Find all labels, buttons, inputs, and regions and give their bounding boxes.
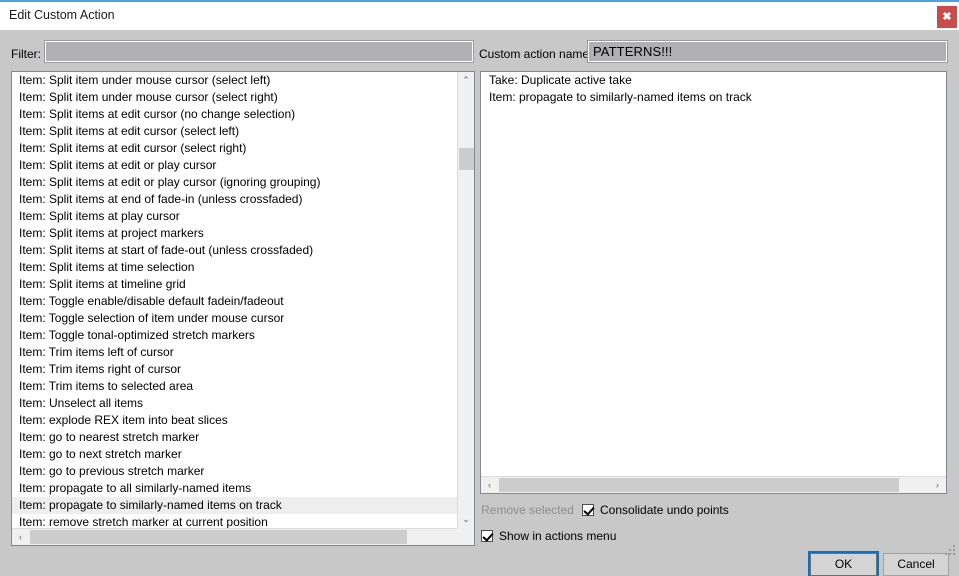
- action-list-item[interactable]: Item: go to next stretch marker: [12, 446, 458, 463]
- window-title: Edit Custom Action: [9, 8, 115, 22]
- horizontal-scrollbar-thumb[interactable]: [499, 478, 899, 492]
- action-list-item[interactable]: Item: Split items at time selection: [12, 259, 458, 276]
- remove-selected-button[interactable]: Remove selected: [480, 500, 575, 520]
- action-list-item[interactable]: Item: go to previous stretch marker: [12, 463, 458, 480]
- action-list-item[interactable]: Item: Trim items right of cursor: [12, 361, 458, 378]
- checkmark-icon: [582, 504, 594, 516]
- show-in-actions-menu-label: Show in actions menu: [499, 529, 617, 543]
- chevron-up-icon[interactable]: ⌃: [458, 72, 474, 89]
- custom-action-step-item[interactable]: Take: Duplicate active take: [481, 72, 946, 89]
- filter-input[interactable]: [44, 40, 474, 63]
- action-list-item[interactable]: Item: Split item under mouse cursor (sel…: [12, 72, 458, 89]
- action-list-item[interactable]: Item: Trim items to selected area: [12, 378, 458, 395]
- filter-label: Filter:: [11, 47, 41, 61]
- available-actions-horizontal-scrollbar[interactable]: ‹ ›: [12, 528, 474, 545]
- vertical-scrollbar-thumb[interactable]: [459, 148, 474, 170]
- custom-action-name-input[interactable]: [587, 40, 948, 63]
- available-actions-vertical-scrollbar[interactable]: ⌃ ⌄: [457, 72, 474, 528]
- action-list-item[interactable]: Item: Split items at end of fade-in (unl…: [12, 191, 458, 208]
- custom-action-steps-list: Take: Duplicate active take Item: propaga…: [480, 71, 947, 494]
- cancel-button[interactable]: Cancel: [883, 553, 949, 576]
- action-list-item[interactable]: Item: Split items at edit cursor (select…: [12, 140, 458, 157]
- chevron-left-icon[interactable]: ‹: [481, 477, 498, 493]
- action-list-item[interactable]: Item: propagate to all similarly-named i…: [12, 480, 458, 497]
- action-list-item[interactable]: Item: explode REX item into beat slices: [12, 412, 458, 429]
- chevron-down-icon[interactable]: ⌄: [458, 511, 474, 528]
- custom-action-steps-viewport[interactable]: Take: Duplicate active take Item: propaga…: [481, 72, 946, 475]
- action-list-item[interactable]: Item: Toggle enable/disable default fade…: [12, 293, 458, 310]
- horizontal-scrollbar-thumb[interactable]: [30, 530, 407, 544]
- action-list-item[interactable]: Item: Split items at play cursor: [12, 208, 458, 225]
- resize-grip-icon[interactable]: [945, 543, 957, 555]
- custom-action-steps-horizontal-scrollbar[interactable]: ‹ ›: [481, 476, 946, 493]
- dialog-body: Filter: Custom action name: Item: Split …: [0, 30, 959, 576]
- custom-action-step-item[interactable]: Item: propagate to similarly-named items…: [481, 89, 946, 106]
- show-in-actions-menu-checkbox[interactable]: Show in actions menu: [481, 529, 616, 543]
- action-list-item[interactable]: Item: propagate to similarly-named items…: [12, 497, 458, 514]
- available-actions-list: Item: Split item under mouse cursor (sel…: [11, 71, 475, 546]
- action-list-item[interactable]: Item: Split items at edit cursor (no cha…: [12, 106, 458, 123]
- action-list-item[interactable]: Item: Split items at edit cursor (select…: [12, 123, 458, 140]
- action-list-item[interactable]: Item: Split items at timeline grid: [12, 276, 458, 293]
- action-list-item[interactable]: Item: go to nearest stretch marker: [12, 429, 458, 446]
- action-list-item[interactable]: Item: Split item under mouse cursor (sel…: [12, 89, 458, 106]
- chevron-left-icon[interactable]: ‹: [12, 529, 29, 545]
- scrollbar-corner: [457, 528, 474, 545]
- consolidate-undo-points-label: Consolidate undo points: [600, 503, 729, 517]
- action-list-item[interactable]: Item: Split items at edit or play cursor…: [12, 174, 458, 191]
- action-list-item[interactable]: Item: Split items at project markers: [12, 225, 458, 242]
- ok-button[interactable]: OK: [808, 551, 879, 576]
- action-list-item[interactable]: Item: Split items at start of fade-out (…: [12, 242, 458, 259]
- edit-custom-action-dialog: Edit Custom Action ✖ Filter: Custom acti…: [0, 0, 959, 576]
- action-list-item[interactable]: Item: Toggle selection of item under mou…: [12, 310, 458, 327]
- available-actions-viewport[interactable]: Item: Split item under mouse cursor (sel…: [12, 72, 458, 528]
- action-list-item[interactable]: Item: remove stretch marker at current p…: [12, 514, 458, 528]
- action-list-item[interactable]: Item: Split items at edit or play cursor: [12, 157, 458, 174]
- consolidate-undo-points-checkbox[interactable]: Consolidate undo points: [582, 503, 729, 517]
- action-list-item[interactable]: Item: Unselect all items: [12, 395, 458, 412]
- checkmark-icon: [481, 530, 493, 542]
- action-list-item[interactable]: Item: Trim items left of cursor: [12, 344, 458, 361]
- action-list-item[interactable]: Item: Toggle tonal-optimized stretch mar…: [12, 327, 458, 344]
- chevron-right-icon[interactable]: ›: [929, 477, 946, 493]
- close-icon[interactable]: ✖: [937, 6, 957, 28]
- custom-action-name-label: Custom action name:: [479, 47, 593, 61]
- title-bar: Edit Custom Action ✖: [0, 2, 959, 30]
